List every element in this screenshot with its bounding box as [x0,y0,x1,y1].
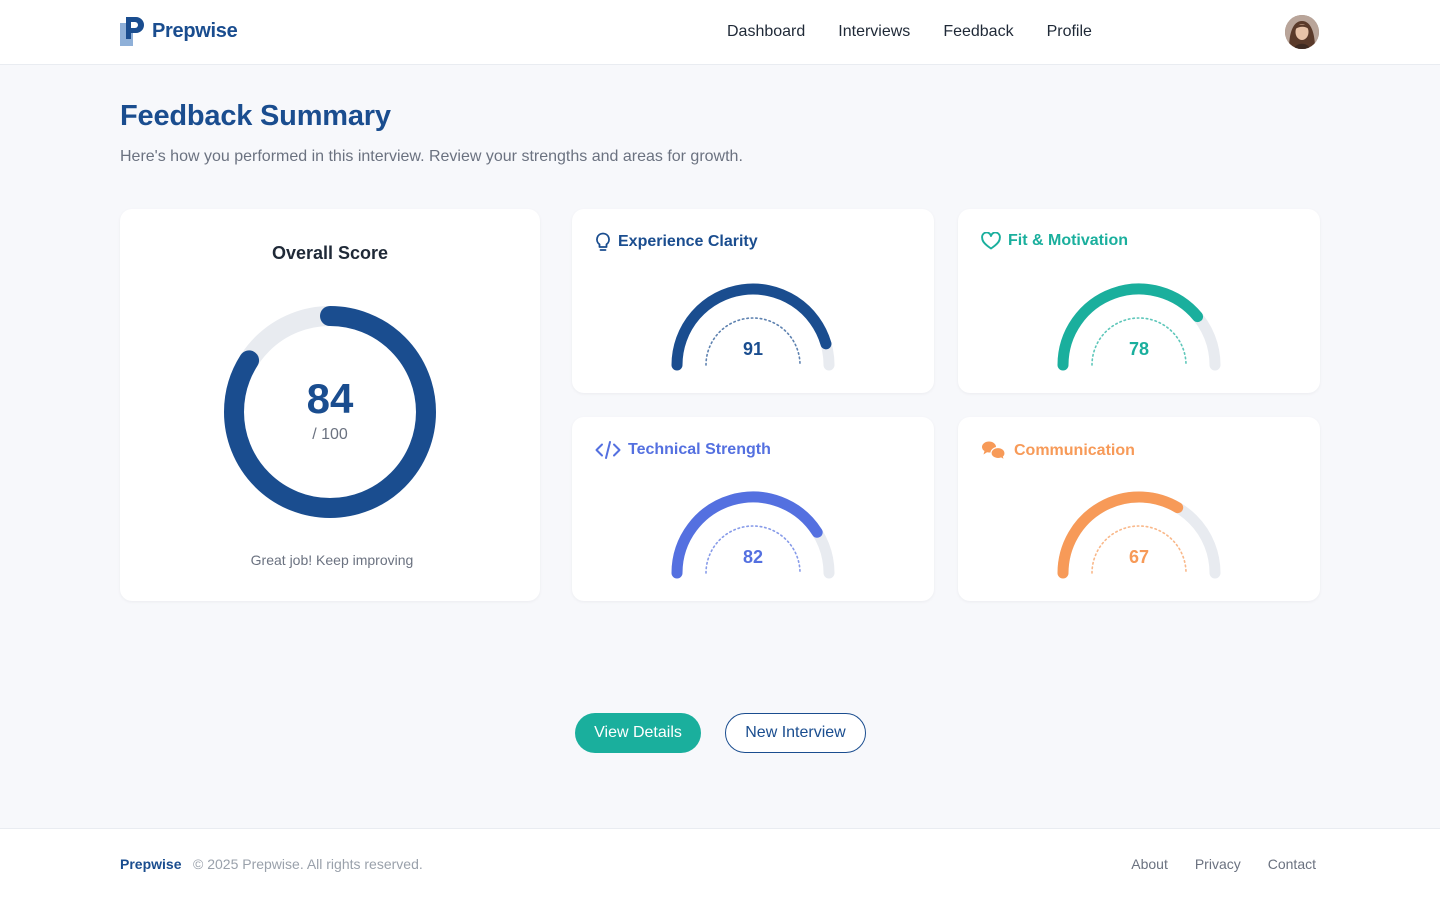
nav-profile[interactable]: Profile [1047,22,1092,42]
metric-label: Technical Strength [628,441,771,458]
metric-label: Communication [1014,442,1135,459]
page-subtitle: Here's how you performed in this intervi… [120,148,743,165]
footer-link-contact[interactable]: Contact [1268,856,1316,872]
overall-score-max: / 100 [312,426,348,443]
user-avatar[interactable] [1285,15,1319,49]
footer-link-privacy[interactable]: Privacy [1195,856,1241,872]
footer-brand[interactable]: Prepwise [120,856,181,872]
logo-mark-icon [120,17,144,46]
metric-value: 82 [742,547,764,567]
brand-logo[interactable]: Prepwise [120,17,238,46]
overall-score-caption: Great job! Keep improving [250,552,414,568]
footer-copyright: © 2025 Prepwise. All rights reserved. [193,856,423,872]
chat-bubbles-icon [981,440,1007,462]
avatar-image [1285,15,1319,49]
metric-label: Experience Clarity [618,233,758,250]
new-interview-button[interactable]: New Interview [725,713,866,753]
heart-icon [981,232,1001,250]
nav-dashboard[interactable]: Dashboard [727,22,805,42]
overall-score-value: 84 [306,375,354,422]
code-icon [595,440,621,460]
metric-label: Fit & Motivation [1008,232,1128,249]
footer-links: About Privacy Contact [1104,856,1316,872]
metric-card-experience-clarity: Experience Clarity 91 [572,209,934,393]
view-details-button[interactable]: View Details [575,713,701,753]
top-header: Prepwise Dashboard Interviews Feedback P… [0,0,1440,65]
nav-interviews[interactable]: Interviews [838,22,910,42]
metric-card-communication: Communication 67 [958,417,1320,601]
brand-name: Prepwise [152,20,238,42]
lightbulb-icon [595,232,611,252]
nav-feedback[interactable]: Feedback [943,22,1013,42]
footer-link-about[interactable]: About [1131,856,1168,872]
overall-score-card: Overall Score 84 / 100 Great job! Keep i… [120,209,540,601]
page-title: Feedback Summary [120,100,391,132]
metric-value: 91 [742,339,764,359]
metric-card-technical-strength: Technical Strength 82 [572,417,934,601]
main-nav: Dashboard Interviews Feedback Profile [727,22,1125,42]
footer: Prepwise © 2025 Prepwise. All rights res… [0,828,1440,900]
metric-value: 78 [1128,339,1150,359]
overall-score-title: Overall Score [271,243,389,263]
metric-value: 67 [1128,547,1150,567]
metric-card-fit-motivation: Fit & Motivation 78 [958,209,1320,393]
